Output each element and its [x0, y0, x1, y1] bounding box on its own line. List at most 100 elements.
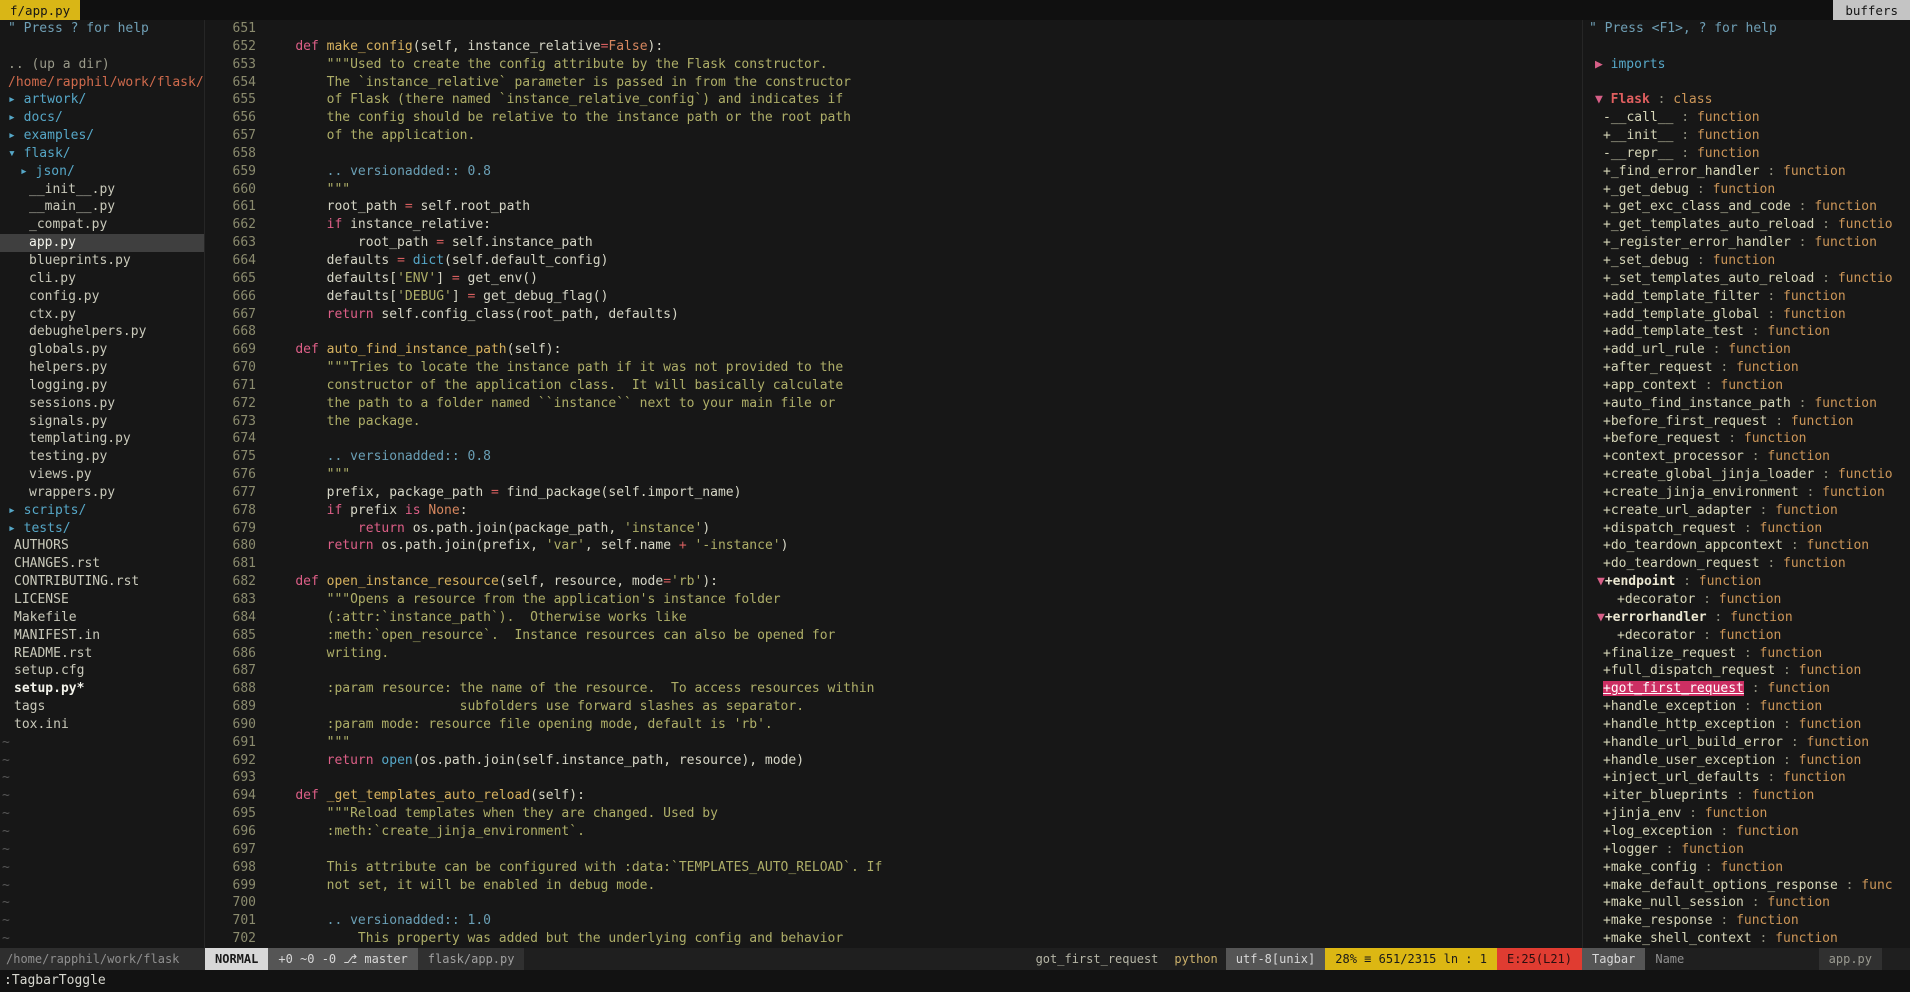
code-line-657[interactable]: 657 of the application. — [205, 127, 1582, 145]
code-line-675[interactable]: 675 .. versionadded:: 0.8 — [205, 448, 1582, 466]
code-line-679[interactable]: 679 return os.path.join(package_path, 'i… — [205, 520, 1582, 538]
code-line-699[interactable]: 699 not set, it will be enabled in debug… — [205, 877, 1582, 895]
tag-make-default-options-response[interactable]: +make_default_options_response : func — [1583, 877, 1910, 895]
tag-make-config[interactable]: +make_config : function — [1583, 859, 1910, 877]
expand-arrow-icon[interactable]: ▸ — [8, 128, 24, 143]
tag-name[interactable]: +context_processor — [1603, 449, 1744, 464]
code-line-663[interactable]: 663 root_path = self.instance_path — [205, 234, 1582, 252]
tag-name[interactable]: +_set_debug — [1603, 253, 1689, 268]
tag-name[interactable]: +after_request — [1603, 360, 1713, 375]
tag-name[interactable]: +decorator — [1617, 592, 1695, 607]
tree-file-authors[interactable]: AUTHORS — [0, 537, 204, 555]
code-line-676[interactable]: 676 """ — [205, 466, 1582, 484]
code-line-658[interactable]: 658 — [205, 145, 1582, 163]
code-line-695[interactable]: 695 """Reload templates when they are ch… — [205, 805, 1582, 823]
code-line-691[interactable]: 691 """ — [205, 734, 1582, 752]
tag-name[interactable]: +errorhandler — [1605, 610, 1707, 625]
tree-dir-examples[interactable]: ▸ examples/ — [0, 127, 204, 145]
tag-name[interactable]: +handle_user_exception — [1603, 753, 1775, 768]
code-line-673[interactable]: 673 the package. — [205, 413, 1582, 431]
code-line-692[interactable]: 692 return open(os.path.join(self.instan… — [205, 752, 1582, 770]
tree-file-testing-py[interactable]: testing.py — [0, 448, 204, 466]
tag-name[interactable]: +_find_error_handler — [1603, 164, 1760, 179]
tag-name[interactable]: +_get_debug — [1603, 182, 1689, 197]
code-line-701[interactable]: 701 .. versionadded:: 1.0 — [205, 912, 1582, 930]
tag-name[interactable]: +iter_blueprints — [1603, 788, 1728, 803]
tag-name[interactable]: +add_url_rule — [1603, 342, 1705, 357]
code-line-667[interactable]: 667 return self.config_class(root_path, … — [205, 306, 1582, 324]
tag-get-templates-auto-reload[interactable]: +_get_templates_auto_reload : functio — [1583, 216, 1910, 234]
tag-name[interactable]: +logger — [1603, 842, 1658, 857]
tag-make-response[interactable]: +make_response : function — [1583, 912, 1910, 930]
tag-name[interactable]: +do_teardown_appcontext — [1603, 538, 1783, 553]
tag-before-first-request[interactable]: +before_first_request : function — [1583, 413, 1910, 431]
tag-add-template-filter[interactable]: +add_template_filter : function — [1583, 288, 1910, 306]
tag-after-request[interactable]: +after_request : function — [1583, 359, 1910, 377]
tag-name[interactable]: +_get_templates_auto_reload — [1603, 217, 1814, 232]
expand-arrow-icon[interactable]: ▸ — [8, 110, 24, 125]
tree-file-debughelpers-py[interactable]: debughelpers.py — [0, 323, 204, 341]
code-editor[interactable]: 651 652 def make_config(self, instance_re… — [205, 20, 1582, 948]
tree-file-manifest-in[interactable]: MANIFEST.in — [0, 627, 204, 645]
tag-name[interactable]: +jinja_env — [1603, 806, 1681, 821]
tag-make-null-session[interactable]: +make_null_session : function — [1583, 894, 1910, 912]
tree-file-helpers-py[interactable]: helpers.py — [0, 359, 204, 377]
tag-decorator[interactable]: +decorator : function — [1583, 591, 1910, 609]
code-line-686[interactable]: 686 writing. — [205, 645, 1582, 663]
tag-endpoint[interactable]: ▼+endpoint : function — [1583, 573, 1910, 591]
tag-create-global-jinja-loader[interactable]: +create_global_jinja_loader : functio — [1583, 466, 1910, 484]
code-line-674[interactable]: 674 — [205, 430, 1582, 448]
code-line-683[interactable]: 683 """Opens a resource from the applica… — [205, 591, 1582, 609]
tag-name[interactable]: +_register_error_handler — [1603, 235, 1791, 250]
tag-name[interactable]: +full_dispatch_request — [1603, 663, 1775, 678]
code-line-693[interactable]: 693 — [205, 769, 1582, 787]
tree-file-setup-py[interactable]: setup.py* — [0, 680, 204, 698]
code-line-688[interactable]: 688 :param resource: the name of the res… — [205, 680, 1582, 698]
tag-make-shell-context[interactable]: +make_shell_context : function — [1583, 930, 1910, 948]
tag-register-error-handler[interactable]: +_register_error_handler : function — [1583, 234, 1910, 252]
tag-handle-user-exception[interactable]: +handle_user_exception : function — [1583, 752, 1910, 770]
tag-log-exception[interactable]: +log_exception : function — [1583, 823, 1910, 841]
tree-file-cli-py[interactable]: cli.py — [0, 270, 204, 288]
tag-name[interactable]: +make_default_options_response — [1603, 878, 1838, 893]
tree-dir-json[interactable]: ▸ json/ — [0, 163, 204, 181]
tag-add-template-test[interactable]: +add_template_test : function — [1583, 323, 1910, 341]
tag-get-debug[interactable]: +_get_debug : function — [1583, 181, 1910, 199]
tag-name[interactable]: +add_template_global — [1603, 307, 1760, 322]
tree-file-changes-rst[interactable]: CHANGES.rst — [0, 555, 204, 573]
tag-name[interactable]: +finalize_request — [1603, 646, 1736, 661]
code-line-653[interactable]: 653 """Used to create the config attribu… — [205, 56, 1582, 74]
code-line-682[interactable]: 682 def open_instance_resource(self, res… — [205, 573, 1582, 591]
tag-full-dispatch-request[interactable]: +full_dispatch_request : function — [1583, 662, 1910, 680]
tag-name[interactable]: +__init__ — [1603, 128, 1673, 143]
code-line-651[interactable]: 651 — [205, 20, 1582, 38]
tree-file-setup-cfg[interactable]: setup.cfg — [0, 662, 204, 680]
tree-file-logging-py[interactable]: logging.py — [0, 377, 204, 395]
tag-before-request[interactable]: +before_request : function — [1583, 430, 1910, 448]
tag-handle-exception[interactable]: +handle_exception : function — [1583, 698, 1910, 716]
tag-name[interactable]: +before_first_request — [1603, 414, 1767, 429]
tag-name[interactable]: +decorator — [1617, 628, 1695, 643]
tag-handle-url-build-error[interactable]: +handle_url_build_error : function — [1583, 734, 1910, 752]
tag-context-processor[interactable]: +context_processor : function — [1583, 448, 1910, 466]
code-line-655[interactable]: 655 of Flask (there named `instance_rela… — [205, 91, 1582, 109]
code-line-672[interactable]: 672 the path to a folder named ``instanc… — [205, 395, 1582, 413]
code-line-661[interactable]: 661 root_path = self.root_path — [205, 198, 1582, 216]
tree-up-dir[interactable]: .. (up a dir) — [0, 56, 204, 74]
code-line-671[interactable]: 671 constructor of the application class… — [205, 377, 1582, 395]
tab-app-py[interactable]: f/app.py — [0, 0, 81, 20]
tag-init[interactable]: +__init__ : function — [1583, 127, 1910, 145]
tag-name[interactable]: +before_request — [1603, 431, 1720, 446]
tag-app-context[interactable]: +app_context : function — [1583, 377, 1910, 395]
code-line-702[interactable]: 702 This property was added but the unde… — [205, 930, 1582, 948]
tag-find-error-handler[interactable]: +_find_error_handler : function — [1583, 163, 1910, 181]
tag-name[interactable]: +inject_url_defaults — [1603, 770, 1760, 785]
tag-name[interactable]: +do_teardown_request — [1603, 556, 1760, 571]
code-line-660[interactable]: 660 """ — [205, 181, 1582, 199]
tag-finalize-request[interactable]: +finalize_request : function — [1583, 645, 1910, 663]
tree-file-makefile[interactable]: Makefile — [0, 609, 204, 627]
code-line-698[interactable]: 698 This attribute can be configured wit… — [205, 859, 1582, 877]
tag-decorator[interactable]: +decorator : function — [1583, 627, 1910, 645]
code-line-664[interactable]: 664 defaults = dict(self.default_config) — [205, 252, 1582, 270]
tree-file-readme-rst[interactable]: README.rst — [0, 645, 204, 663]
